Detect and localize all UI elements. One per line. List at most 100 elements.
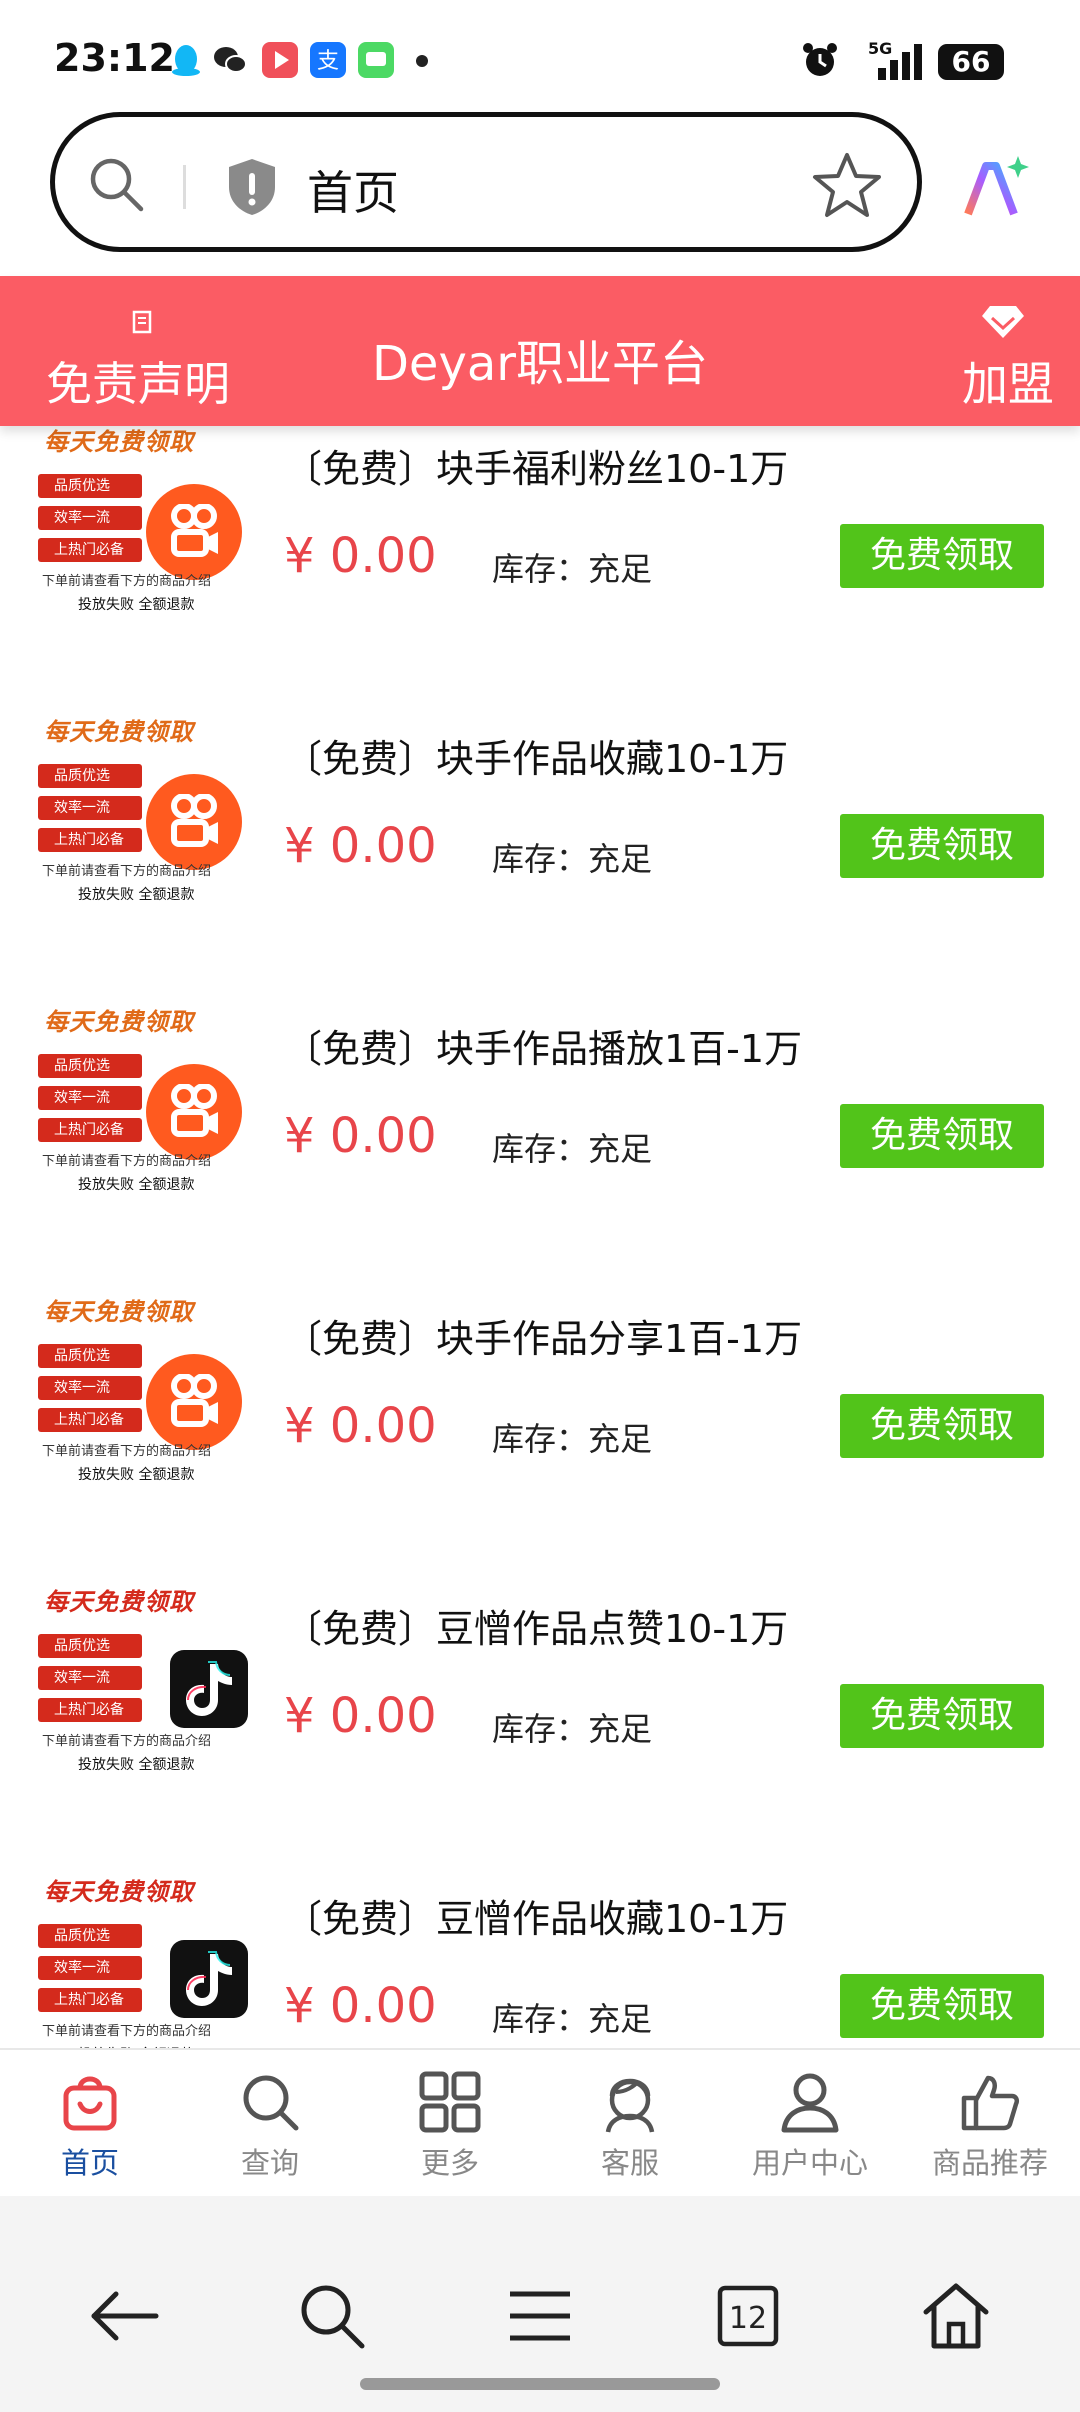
thumb-banner: 每天免费领取 — [44, 428, 194, 456]
claim-free-button[interactable]: 免费领取 — [840, 1104, 1044, 1168]
product-thumbnail[interactable]: 每天免费领取品质优选效率一流上热门必备下单前请查看下方的商品介绍投放失败 全额退… — [34, 710, 248, 922]
product-item[interactable]: 每天免费领取品质优选效率一流上热门必备下单前请查看下方的商品介绍投放失败 全额退… — [0, 426, 1080, 706]
product-stock: 库存：充足 — [492, 840, 653, 878]
battery-level: 66 — [938, 44, 1004, 80]
thumb-banner: 每天免费领取 — [44, 718, 194, 746]
shop-bag-icon — [58, 2070, 122, 2134]
claim-free-button[interactable]: 免费领取 — [840, 524, 1044, 588]
thumb-tag: 上热门必备 — [38, 828, 142, 852]
thumb-tag: 上热门必备 — [38, 1988, 142, 2012]
product-price: ¥ 0.00 — [284, 1688, 437, 1744]
search-icon[interactable] — [292, 2276, 372, 2356]
thumb-notice: 下单前请查看下方的商品介绍 — [42, 2024, 212, 2039]
product-price: ¥ 0.00 — [284, 818, 437, 874]
thumb-notice: 下单前请查看下方的商品介绍 — [42, 1734, 212, 1749]
svg-text:支: 支 — [317, 49, 339, 74]
product-stock: 库存：充足 — [492, 1710, 653, 1748]
home-icon[interactable] — [916, 2276, 996, 2356]
tab-query-label: 查询 — [240, 2146, 299, 2180]
thumb-refund: 投放失败 全额退款 — [78, 887, 195, 903]
kuaishou-logo-icon — [146, 1064, 242, 1160]
grid-icon — [418, 2070, 482, 2134]
product-thumbnail[interactable]: 每天免费领取品质优选效率一流上热门必备下单前请查看下方的商品介绍投放失败 全额退… — [34, 426, 248, 632]
message-app-icon — [358, 42, 394, 78]
tab-service[interactable]: 客服 — [540, 2050, 720, 2196]
thumb-tag: 上热门必备 — [38, 1408, 142, 1432]
search-icon — [238, 2070, 302, 2134]
product-name[interactable]: 〔免费〕豆憎作品点赞10-1万 — [284, 1598, 788, 1653]
thumb-tag: 品质优选 — [38, 764, 142, 788]
tabs-counter-icon[interactable]: 12 — [708, 2276, 788, 2356]
thumb-tag: 上热门必备 — [38, 538, 142, 562]
product-name[interactable]: 〔免费〕块手作品播放1百-1万 — [284, 1018, 802, 1073]
video-app-icon — [262, 42, 298, 78]
product-name[interactable]: 〔免费〕块手作品分享1百-1万 — [284, 1308, 802, 1363]
wechat-icon — [212, 42, 248, 78]
product-item[interactable]: 每天免费领取品质优选效率一流上热门必备下单前请查看下方的商品介绍投放失败 全额退… — [0, 1866, 1080, 2048]
home-indicator[interactable] — [360, 2378, 720, 2390]
claim-free-button[interactable]: 免费领取 — [840, 1684, 1044, 1748]
thumb-tag: 品质优选 — [38, 1054, 142, 1078]
back-arrow-icon[interactable] — [84, 2276, 164, 2356]
ai-assistant-icon[interactable] — [960, 152, 1030, 222]
product-thumbnail[interactable]: 每天免费领取品质优选效率一流上热门必备下单前请查看下方的商品介绍投放失败 全额退… — [34, 1870, 248, 2048]
claim-free-button[interactable]: 免费领取 — [840, 814, 1044, 878]
product-thumbnail[interactable]: 每天免费领取品质优选效率一流上热门必备下单前请查看下方的商品介绍投放失败 全额退… — [34, 1000, 248, 1212]
tab-recommend[interactable]: 商品推荐 — [900, 2050, 1080, 2196]
menu-icon[interactable] — [500, 2276, 580, 2356]
thumb-tag: 上热门必备 — [38, 1698, 142, 1722]
status-time: 23:12 — [54, 36, 175, 80]
address-bar[interactable]: 首页 — [50, 112, 922, 252]
bottom-tab-bar: 首页 查询 更多 客服 用户中心 商品推荐 — [0, 2048, 1080, 2194]
search-icon[interactable] — [85, 153, 149, 217]
product-stock: 库存：充足 — [492, 550, 653, 588]
site-header: 免责声明 Deyar职业平台 加盟 — [0, 276, 1080, 426]
thumb-notice: 下单前请查看下方的商品介绍 — [42, 574, 212, 589]
douyin-logo-icon — [170, 1940, 248, 2018]
product-item[interactable]: 每天免费领取品质优选效率一流上热门必备下单前请查看下方的商品介绍投放失败 全额退… — [0, 1286, 1080, 1576]
thumb-tag: 品质优选 — [38, 1924, 142, 1948]
product-name[interactable]: 〔免费〕块手作品收藏10-1万 — [284, 728, 788, 783]
product-item[interactable]: 每天免费领取品质优选效率一流上热门必备下单前请查看下方的商品介绍投放失败 全额退… — [0, 706, 1080, 996]
product-name[interactable]: 〔免费〕块手福利粉丝10-1万 — [284, 438, 788, 493]
tab-user-center[interactable]: 用户中心 — [720, 2050, 900, 2196]
thumb-refund: 投放失败 全额退款 — [78, 1467, 195, 1483]
tab-user-center-label: 用户中心 — [751, 2146, 868, 2180]
tab-more[interactable]: 更多 — [360, 2050, 540, 2196]
kuaishou-logo-icon — [146, 1354, 242, 1450]
status-bar: 23:12 支 5G 66 — [0, 0, 1080, 110]
tab-home[interactable]: 首页 — [0, 2050, 180, 2196]
diamond-icon[interactable] — [980, 302, 1026, 342]
tab-query[interactable]: 查询 — [180, 2050, 360, 2196]
product-price: ¥ 0.00 — [284, 528, 437, 584]
address-text[interactable]: 首页 — [307, 157, 399, 223]
thumb-tag: 上热门必备 — [38, 1118, 142, 1142]
product-item[interactable]: 每天免费领取品质优选效率一流上热门必备下单前请查看下方的商品介绍投放失败 全额退… — [0, 996, 1080, 1286]
thumbs-up-icon — [958, 2070, 1022, 2134]
thumb-notice: 下单前请查看下方的商品介绍 — [42, 864, 212, 879]
thumb-tag: 品质优选 — [38, 1634, 142, 1658]
alarm-icon — [800, 40, 840, 80]
claim-free-button[interactable]: 免费领取 — [840, 1974, 1044, 2038]
thumb-banner: 每天免费领取 — [44, 1008, 194, 1036]
network-label: 5G — [868, 39, 892, 58]
product-thumbnail[interactable]: 每天免费领取品质优选效率一流上热门必备下单前请查看下方的商品介绍投放失败 全额退… — [34, 1580, 248, 1792]
product-name[interactable]: 〔免费〕豆憎作品收藏10-1万 — [284, 1888, 788, 1943]
signal-icon: 5G — [856, 38, 928, 82]
user-icon — [778, 2070, 842, 2134]
thumb-tag: 效率一流 — [38, 796, 142, 820]
bookmark-star-icon[interactable] — [811, 149, 883, 221]
product-price: ¥ 0.00 — [284, 1978, 437, 2034]
thumb-banner: 每天免费领取 — [44, 1588, 194, 1616]
shield-warning-icon[interactable] — [223, 155, 281, 219]
thumb-tag: 效率一流 — [38, 1956, 142, 1980]
thumb-tag: 品质优选 — [38, 474, 142, 498]
product-thumbnail[interactable]: 每天免费领取品质优选效率一流上热门必备下单前请查看下方的商品介绍投放失败 全额退… — [34, 1290, 248, 1502]
product-price: ¥ 0.00 — [284, 1108, 437, 1164]
product-stock: 库存：充足 — [492, 1130, 653, 1168]
claim-free-button[interactable]: 免费领取 — [840, 1394, 1044, 1458]
join-link[interactable]: 加盟 — [962, 348, 1054, 414]
thumb-notice: 下单前请查看下方的商品介绍 — [42, 1444, 212, 1459]
product-item[interactable]: 每天免费领取品质优选效率一流上热门必备下单前请查看下方的商品介绍投放失败 全额退… — [0, 1576, 1080, 1866]
thumb-tag: 品质优选 — [38, 1344, 142, 1368]
